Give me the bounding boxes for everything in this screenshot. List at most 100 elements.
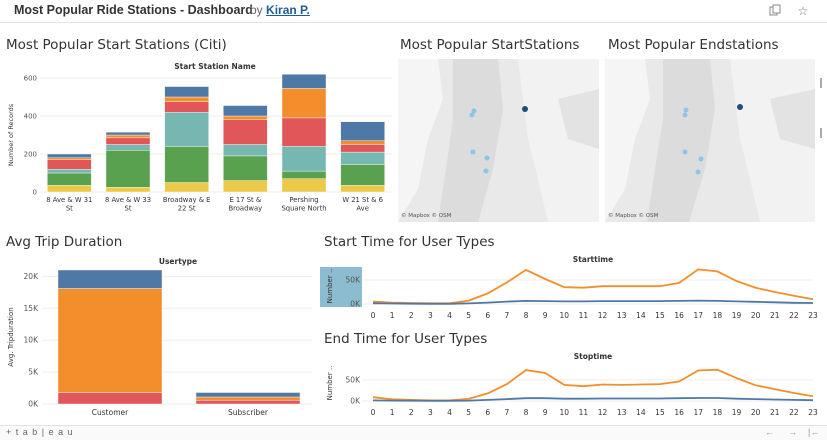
- start-stations-map[interactable]: © Mapbox © OSM: [398, 59, 599, 222]
- tableau-logo[interactable]: + t a b | e a u: [6, 427, 74, 437]
- x-tick-label: Pershing Square North: [281, 196, 326, 213]
- bar-segment: [223, 180, 268, 193]
- map-end-graphic: [605, 59, 815, 222]
- y-tick-label: 0K: [350, 397, 361, 406]
- x-tick-label: W 21 St & 6 Ave: [342, 196, 383, 213]
- bar-segment: [195, 392, 301, 398]
- by-label: by: [250, 3, 263, 17]
- author-link[interactable]: Kiran P.: [266, 3, 310, 17]
- x-tick-label: 11: [579, 408, 589, 417]
- x-tick-label: 2: [409, 311, 414, 320]
- x-tick-label: 12: [598, 408, 608, 417]
- chart-title: Starttime: [573, 255, 613, 264]
- x-tick-label: 8: [524, 311, 529, 320]
- star-icon[interactable]: ☆: [796, 4, 810, 18]
- bar-segment: [164, 86, 209, 98]
- x-tick-label: 6: [485, 408, 490, 417]
- bar-segment: [281, 178, 327, 193]
- copy-icon[interactable]: [768, 4, 782, 18]
- bar-segment: [223, 144, 268, 157]
- x-tick-label: 5: [466, 408, 471, 417]
- bar-segment: [105, 131, 151, 136]
- bar-segment: [105, 187, 151, 193]
- series-line: [372, 368, 814, 402]
- x-tick-label: 3: [428, 408, 433, 417]
- start-time-chart: StarttimeNumber ..0K50K0 1 2 3 4 5 6 7 8 9 10 11 12 1…: [320, 255, 818, 320]
- bar-segment: [281, 74, 327, 89]
- bar-segment: [223, 119, 268, 145]
- x-tick-label: 3: [428, 311, 433, 320]
- bar-segment: [57, 392, 163, 405]
- y-tick-label: 0: [33, 189, 37, 197]
- x-tick-label: 13: [617, 408, 627, 417]
- map-end-point: [695, 169, 701, 175]
- end-time-title: End Time for User Types: [324, 331, 488, 347]
- x-tick-label: 10: [560, 408, 570, 417]
- redo-icon[interactable]: →: [788, 427, 797, 437]
- bar-segment: [105, 144, 151, 151]
- x-tick-label: 7: [505, 311, 510, 320]
- y-tick-label: 10K: [24, 336, 40, 345]
- bar-segment: [47, 168, 92, 174]
- undo-icon[interactable]: ←: [765, 427, 774, 437]
- byline: by Kiran P.: [250, 3, 310, 17]
- x-tick-label: 23: [808, 408, 818, 417]
- series-line: [372, 299, 814, 305]
- map-start-point: [470, 149, 476, 155]
- bar-segment: [340, 151, 385, 165]
- end-stations-map[interactable]: © Mapbox © OSM: [605, 59, 815, 222]
- chart-title: Start Station Name: [174, 62, 256, 71]
- bar-segment: [281, 117, 327, 147]
- bar-segment: [47, 157, 92, 160]
- map-start-point-highlight: [522, 106, 528, 112]
- x-tick-label: 22: [789, 408, 799, 417]
- x-tick-label: 9: [543, 311, 548, 320]
- trip-duration-chart: Usertype Avg. Tripduration 0K 5K 10K 15K 20K Cu…: [7, 257, 312, 417]
- x-tick-label: 19: [732, 311, 742, 320]
- bar-segment: [340, 164, 385, 186]
- x-tick-label: 10: [560, 311, 570, 320]
- map-start-attribution: © Mapbox © OSM: [401, 213, 452, 219]
- map-end-point: [682, 149, 688, 155]
- revert-icon[interactable]: |←: [808, 427, 819, 437]
- x-tick-label: 21: [770, 311, 780, 320]
- x-tick-label: 0: [371, 408, 376, 417]
- bar-segment: [340, 185, 385, 193]
- y-axis-label: Number ..: [326, 269, 334, 304]
- bar-segment: [47, 153, 92, 158]
- x-tick-label: 17: [693, 408, 703, 417]
- x-tick-label: 1: [390, 408, 395, 417]
- x-tick-label: 4: [447, 311, 452, 320]
- x-tick-label: 20: [751, 311, 761, 320]
- start-stations-title: Most Popular Start Stations (Citi): [6, 37, 227, 53]
- bar-segment: [195, 396, 301, 401]
- y-tick-label: 200: [24, 151, 37, 159]
- y-tick-label: 400: [24, 113, 37, 121]
- bar-segment: [281, 170, 327, 179]
- x-tick-label: 8 Ave & W 31 St: [46, 196, 92, 213]
- x-tick-label: 9: [543, 408, 548, 417]
- x-tick-label: E 17 St & Broadway: [228, 196, 262, 213]
- scroll-marker: [820, 128, 822, 138]
- bar-segment: [47, 159, 92, 170]
- bar-segment: [164, 146, 209, 183]
- bar-segment: [223, 115, 268, 120]
- x-tick-label: 20: [751, 408, 761, 417]
- x-tick-label: 1: [390, 311, 395, 320]
- y-tick-label: 0K: [350, 300, 361, 309]
- map-end-point: [682, 112, 688, 118]
- x-tick-label: 16: [674, 408, 684, 417]
- x-tick-label: 11: [579, 311, 589, 320]
- bar-segment: [281, 146, 327, 172]
- x-tick-label: 16: [674, 311, 684, 320]
- x-tick-label: 15: [655, 311, 665, 320]
- start-stations-chart: Start Station Name Number of Records 0 200 4…: [7, 62, 392, 213]
- x-tick-label: Customer: [92, 408, 129, 417]
- map-end-point: [698, 156, 704, 162]
- y-tick-label: 0K: [28, 400, 39, 409]
- x-tick-label: 8 Ave & W 33 St: [105, 196, 151, 213]
- x-tick-label: Subscriber: [228, 408, 269, 417]
- bar-segment: [164, 182, 209, 193]
- x-tick-label: 19: [732, 408, 742, 417]
- bar-segment: [47, 172, 92, 186]
